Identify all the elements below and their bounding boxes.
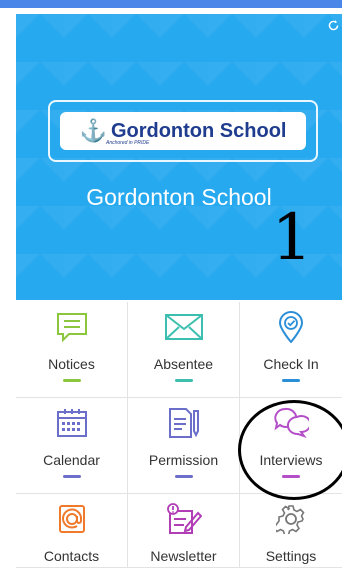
notice-icon xyxy=(55,312,89,342)
tile-check-in[interactable]: Check In xyxy=(240,302,342,398)
tile-underline xyxy=(174,379,193,382)
tile-label: Settings xyxy=(265,548,317,564)
tile-underline xyxy=(282,379,300,382)
tile-label: Check In xyxy=(263,356,319,372)
tile-contacts[interactable]: Contacts xyxy=(16,494,128,568)
gear-icon xyxy=(276,504,306,534)
contact-at-icon xyxy=(57,504,87,534)
envelope-icon xyxy=(164,312,204,342)
top-accent-bar xyxy=(0,0,342,8)
school-banner: ⚓ Gordonton School Anchored in PRIDE Gor… xyxy=(16,14,342,300)
school-logo: ⚓ Gordonton School Anchored in PRIDE xyxy=(60,112,306,150)
tile-underline xyxy=(174,475,193,478)
tile-label: Notices xyxy=(48,356,95,372)
tile-newsletter[interactable]: Newsletter xyxy=(128,494,240,568)
tile-underline xyxy=(62,379,81,382)
annotation-number: 1 xyxy=(271,201,313,275)
tile-label: Calendar xyxy=(43,452,100,468)
tile-underline xyxy=(62,475,81,478)
tile-label: Permission xyxy=(148,452,219,468)
tile-label: Newsletter xyxy=(150,548,217,564)
logo-tagline: Anchored in PRIDE xyxy=(106,140,150,146)
calendar-icon xyxy=(56,408,88,438)
refresh-icon[interactable] xyxy=(326,18,340,32)
tile-label: Absentee xyxy=(153,356,214,372)
tile-permission[interactable]: Permission xyxy=(128,398,240,494)
permission-form-icon xyxy=(167,408,201,438)
location-check-icon xyxy=(278,311,304,343)
newsletter-icon xyxy=(166,503,202,534)
highlight-circle-annotation xyxy=(238,400,342,500)
anchor-icon: ⚓ xyxy=(79,118,107,143)
tile-notices[interactable]: Notices xyxy=(16,302,128,398)
tile-settings[interactable]: Settings xyxy=(240,494,342,568)
tile-calendar[interactable]: Calendar xyxy=(16,398,128,494)
tile-label: Contacts xyxy=(43,548,100,564)
tile-absentee[interactable]: Absentee xyxy=(128,302,240,398)
